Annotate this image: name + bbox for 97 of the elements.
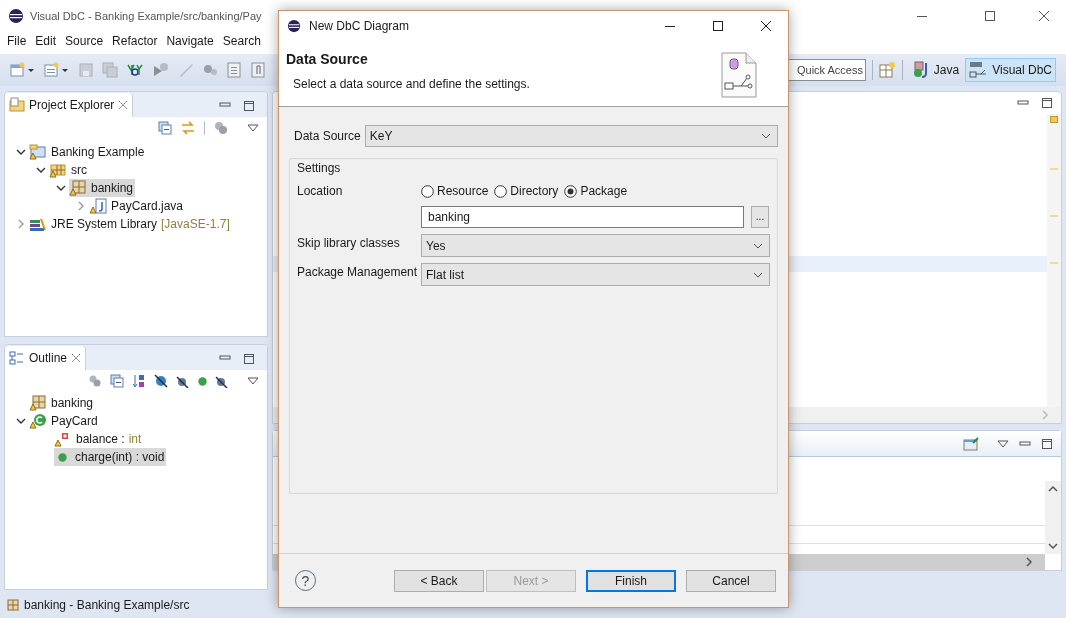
- browse-button[interactable]: ...: [751, 206, 769, 228]
- tree-item[interactable]: Banking Example: [29, 143, 147, 161]
- perspective-button[interactable]: Visual DbC: [965, 58, 1056, 82]
- java-file-icon: [89, 198, 107, 214]
- radio-circle-icon[interactable]: [494, 184, 508, 198]
- collapse-all-icon[interactable]: [158, 121, 172, 135]
- project-folder-icon: [29, 144, 47, 160]
- maximize-icon[interactable]: [243, 353, 255, 365]
- close-icon[interactable]: [760, 20, 772, 32]
- maximize-icon[interactable]: [984, 10, 996, 22]
- tree-item[interactable]: balance : int: [54, 430, 144, 448]
- new-file-icon[interactable]: [44, 62, 70, 78]
- package-management-dropdown[interactable]: Flat list: [421, 263, 770, 286]
- chevron-right-icon[interactable]: [77, 201, 85, 211]
- data-source-dropdown[interactable]: KeY: [364, 125, 778, 147]
- collapse-all-icon[interactable]: [110, 374, 124, 388]
- scroll-down-icon[interactable]: [1048, 542, 1058, 550]
- package-icon: [6, 598, 20, 612]
- menu-item[interactable]: File: [7, 32, 27, 50]
- location-label: Location: [297, 183, 344, 200]
- chevron-down-icon[interactable]: [16, 417, 26, 425]
- document-icon[interactable]: [226, 62, 242, 78]
- open-perspective-icon[interactable]: [878, 61, 897, 79]
- skip-library-dropdown[interactable]: Yes: [421, 234, 770, 257]
- view-menu-icon[interactable]: [247, 377, 259, 385]
- tree-item[interactable]: JRE System Library [JavaSE-1.7]: [29, 215, 232, 233]
- books-icon: [29, 216, 47, 232]
- hide-fields-icon[interactable]: [154, 374, 168, 388]
- chevron-down-icon[interactable]: [16, 148, 26, 156]
- package-field[interactable]: banking: [421, 206, 744, 228]
- scroll-right-icon[interactable]: [1025, 557, 1033, 567]
- chevron-down-icon: [761, 133, 771, 139]
- package-icon: [29, 395, 47, 411]
- radio-circle-icon[interactable]: [564, 184, 578, 198]
- tree-item[interactable]: PayCard.java: [89, 197, 186, 215]
- hide-local-icon[interactable]: [215, 374, 229, 388]
- outline-icon: [9, 350, 25, 366]
- menu-item[interactable]: Edit: [35, 32, 57, 50]
- chevron-down-icon: [753, 242, 763, 249]
- menu-item[interactable]: Refactor: [112, 32, 158, 50]
- page-description: Select a data source and define the settings.: [293, 76, 530, 93]
- view-tab[interactable]: Project Explorer: [5, 93, 134, 117]
- page-title: Data Source: [286, 50, 369, 69]
- chevron-down-icon[interactable]: [56, 184, 66, 192]
- folder-icon: [9, 97, 25, 113]
- maximize-icon[interactable]: [1041, 97, 1053, 109]
- radio-button[interactable]: Package: [564, 182, 628, 200]
- tree-item[interactable]: src: [49, 161, 89, 179]
- data-source-label: Data Source: [294, 128, 361, 145]
- public-members-icon[interactable]: [198, 376, 207, 386]
- tree-item[interactable]: PayCard: [29, 412, 100, 430]
- view-menu-icon[interactable]: [247, 124, 259, 132]
- perspective-button[interactable]: Java: [908, 58, 964, 82]
- maximize-icon[interactable]: [1041, 437, 1053, 450]
- chevron-down-icon: [753, 271, 763, 278]
- tree-item[interactable]: charge(int) : void: [54, 448, 167, 466]
- dialog-button[interactable]: Cancel: [686, 569, 776, 592]
- skip-library-label: Skip library classes: [297, 235, 401, 252]
- group-title: Settings: [297, 160, 342, 177]
- window-title: Visual DbC - Banking Example/src/banking/Pay: [30, 8, 262, 24]
- tree-item[interactable]: banking: [69, 179, 136, 197]
- radio-button[interactable]: Resource: [421, 182, 489, 200]
- pin-icon[interactable]: [963, 436, 979, 451]
- package-icon: [69, 180, 87, 196]
- gears-icon[interactable]: [88, 374, 102, 388]
- scroll-up-icon[interactable]: [1048, 485, 1058, 493]
- maximize-icon[interactable]: [243, 100, 255, 112]
- close-icon[interactable]: [1038, 10, 1050, 22]
- hide-static-icon[interactable]: [176, 374, 190, 388]
- gears-icon[interactable]: [213, 121, 229, 135]
- new-wizard-icon[interactable]: [10, 62, 36, 78]
- sort-icon[interactable]: [132, 374, 146, 388]
- menu-item[interactable]: Source: [65, 32, 104, 50]
- tree-item[interactable]: banking: [29, 394, 96, 412]
- radio-button[interactable]: Directory: [494, 182, 559, 200]
- menu-item[interactable]: Navigate: [166, 32, 214, 50]
- app-logo-icon: [287, 19, 301, 33]
- view-menu-icon[interactable]: [997, 439, 1009, 448]
- wizard-banner-icon: [720, 51, 758, 99]
- source-folder-icon: [49, 162, 67, 178]
- vertical-scrollbar[interactable]: [1045, 481, 1061, 554]
- dialog-button[interactable]: Finish: [586, 569, 676, 592]
- class-icon: [29, 413, 47, 429]
- menu-item[interactable]: Search: [222, 32, 261, 50]
- quick-access-field[interactable]: Quick Access: [788, 59, 866, 81]
- view-tab[interactable]: Outline: [5, 346, 87, 370]
- maximize-icon[interactable]: [712, 20, 724, 32]
- method-icon: [58, 452, 67, 462]
- chevron-right-icon[interactable]: [17, 219, 25, 229]
- radio-circle-icon[interactable]: [421, 184, 434, 198]
- app-logo-icon: [8, 8, 24, 24]
- chevron-down-icon[interactable]: [36, 166, 46, 174]
- status-text: banking - Banking Example/src: [24, 597, 190, 614]
- dialog-title: New DbC Diagram: [309, 18, 410, 35]
- dialog-button[interactable]: < Back: [394, 569, 484, 592]
- key-icon[interactable]: [126, 62, 144, 78]
- package-management-label: Package Management: [297, 264, 419, 281]
